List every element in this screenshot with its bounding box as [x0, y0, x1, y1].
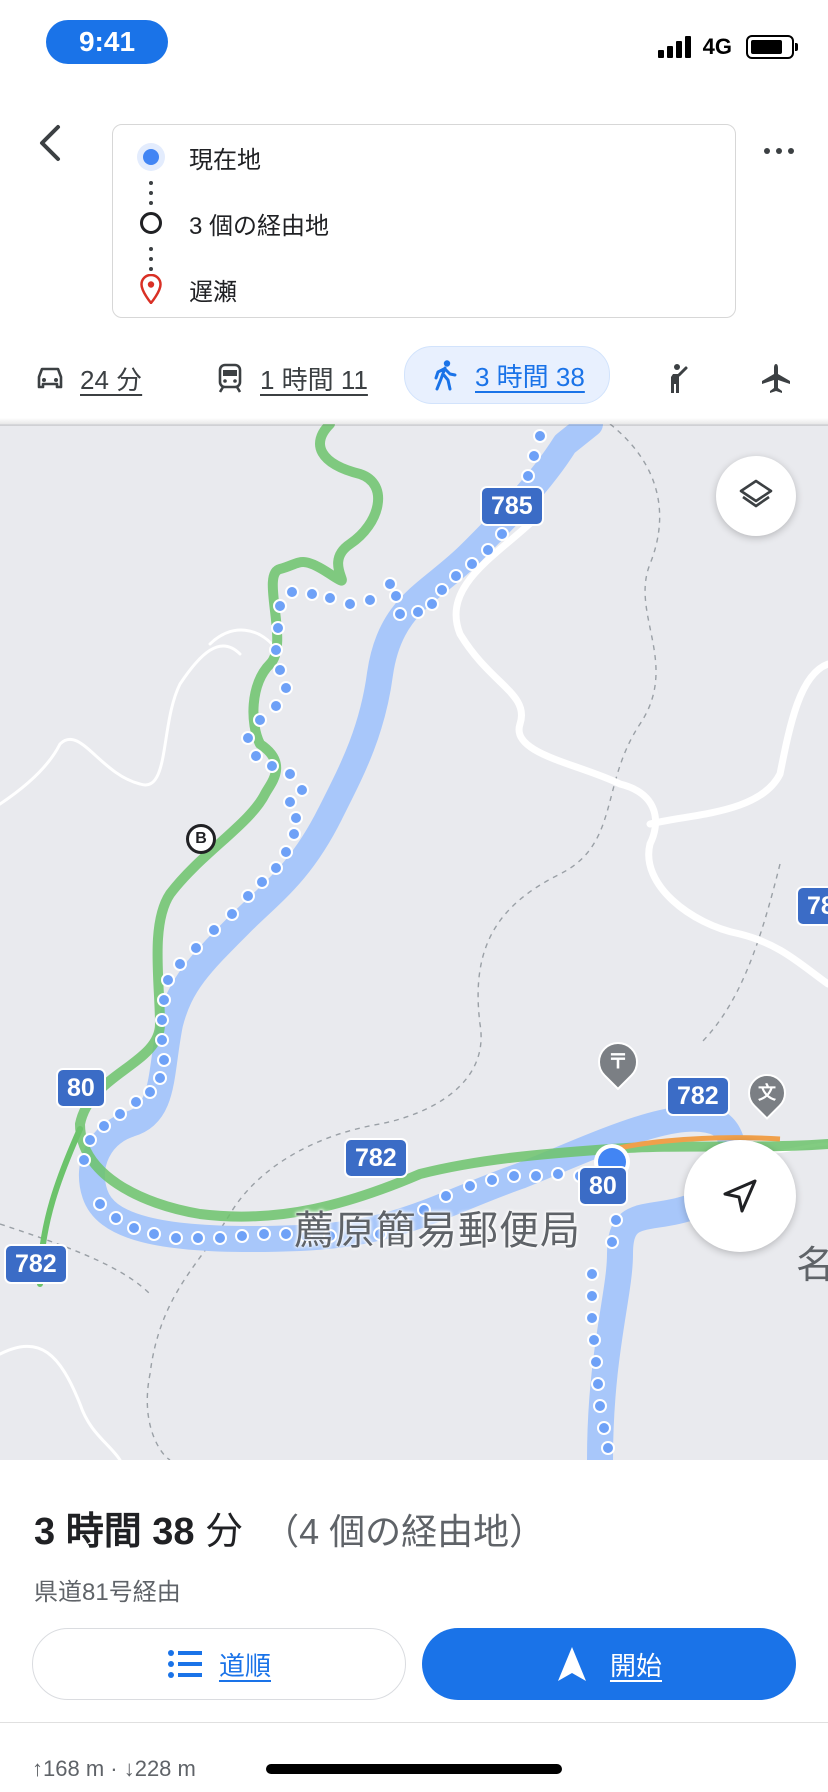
route-waypoints-panel: 現在地 3 個の経由地 遅瀬 [112, 124, 736, 318]
train-icon [218, 363, 242, 393]
connector-dots [149, 181, 153, 205]
ascent-value: 168 m · [43, 1756, 124, 1781]
start-button[interactable]: 開始 [422, 1628, 796, 1700]
mode-walk-label: 3 時間 38 [475, 361, 585, 392]
mode-transit[interactable]: 1 時間 11 [214, 350, 368, 406]
mode-drive-label: 24 分 [80, 364, 143, 395]
layers-icon [739, 479, 773, 508]
route-summary-sheet[interactable]: 3 時間 38 分 （4 個の経由地） 県道81号経由 道順 開始 ↑168 m … [0, 1460, 828, 1792]
descent-value: 228 m [134, 1756, 196, 1781]
road-shield: 80 [578, 1166, 628, 1206]
map-view[interactable]: B 785 80 782 80 782 782 78 〒 文 [0, 424, 828, 1460]
waypoints-row[interactable]: 3 個の経由地 [113, 203, 735, 243]
waypoints-text: 3 個の経由地 [189, 212, 330, 240]
duration-suffix: 分 [194, 1511, 244, 1553]
start-label: 開始 [609, 1650, 662, 1681]
duration-prefix: 3 時間 [34, 1511, 153, 1553]
travel-mode-tabs: 24 分 1 時間 11 3 時間 38 [0, 346, 828, 414]
mode-ride-hail[interactable] [662, 350, 694, 406]
network-type: 4G [702, 34, 732, 59]
divider [0, 1722, 828, 1723]
back-button[interactable] [26, 118, 76, 168]
car-icon [37, 367, 63, 389]
mode-flight[interactable] [760, 350, 792, 406]
road-shield: 80 [56, 1068, 106, 1108]
navigation-arrow-icon [723, 1179, 757, 1213]
elevation-info: ↑168 m · ↓228 m [32, 1756, 196, 1782]
mode-transit-label: 1 時間 11 [260, 364, 368, 395]
route-via: 県道81号経由 [34, 1579, 181, 1606]
maps-directions-screen: 9:41 4G 現在地 3 個の経由地 遅瀬 24 分 1 時間 11 3 時間… [0, 0, 828, 1792]
destination-pin-icon [140, 274, 162, 304]
list-icon [167, 1650, 202, 1678]
ride-hail-icon [671, 364, 688, 393]
road-shield: 78 [796, 886, 828, 926]
origin-row[interactable]: 現在地 [113, 137, 735, 177]
origin-text: 現在地 [189, 146, 261, 174]
post-office-label: 薦原簡易郵便局 [294, 1209, 581, 1253]
destination-text: 遅瀬 [189, 278, 237, 306]
steps-label: 道順 [218, 1650, 271, 1681]
road-shield: 785 [480, 486, 544, 526]
stops-count: （4 個の経由地） [263, 1511, 546, 1552]
road-shield: 782 [4, 1244, 68, 1284]
walk-icon [434, 360, 457, 391]
status-icons: 4G [657, 34, 798, 60]
ascent-icon: ↑ [32, 1756, 43, 1781]
more-options-button[interactable] [754, 136, 804, 166]
map-layers-button[interactable] [716, 456, 796, 536]
waypoint-circle-icon [140, 212, 162, 234]
map-canvas [0, 424, 828, 1460]
road-shield: 782 [344, 1138, 408, 1178]
chevron-left-icon [40, 125, 60, 161]
mode-drive[interactable]: 24 分 [34, 350, 142, 406]
descent-icon: ↓ [123, 1756, 135, 1781]
map-edge-shadow [0, 418, 828, 426]
waypoint-b-marker[interactable]: B [186, 824, 216, 854]
mode-walk[interactable]: 3 時間 38 [404, 346, 610, 404]
road-shield: 782 [666, 1076, 730, 1116]
connector-dots [149, 247, 153, 271]
navigation-icon [557, 1647, 586, 1681]
status-time: 9:41 [46, 20, 168, 64]
steps-button[interactable]: 道順 [32, 1628, 406, 1700]
duration-value: 38 [152, 1511, 195, 1553]
recenter-button[interactable] [684, 1140, 796, 1252]
airplane-icon [762, 364, 790, 393]
destination-row[interactable]: 遅瀬 [113, 269, 735, 309]
route-duration: 3 時間 38 分 （4 個の経由地） [34, 1500, 545, 1555]
home-indicator[interactable] [266, 1764, 562, 1774]
battery-icon [746, 35, 798, 59]
place-label-partial: 名 [796, 1245, 828, 1287]
signal-icon [657, 36, 691, 58]
current-location-icon [143, 149, 159, 165]
